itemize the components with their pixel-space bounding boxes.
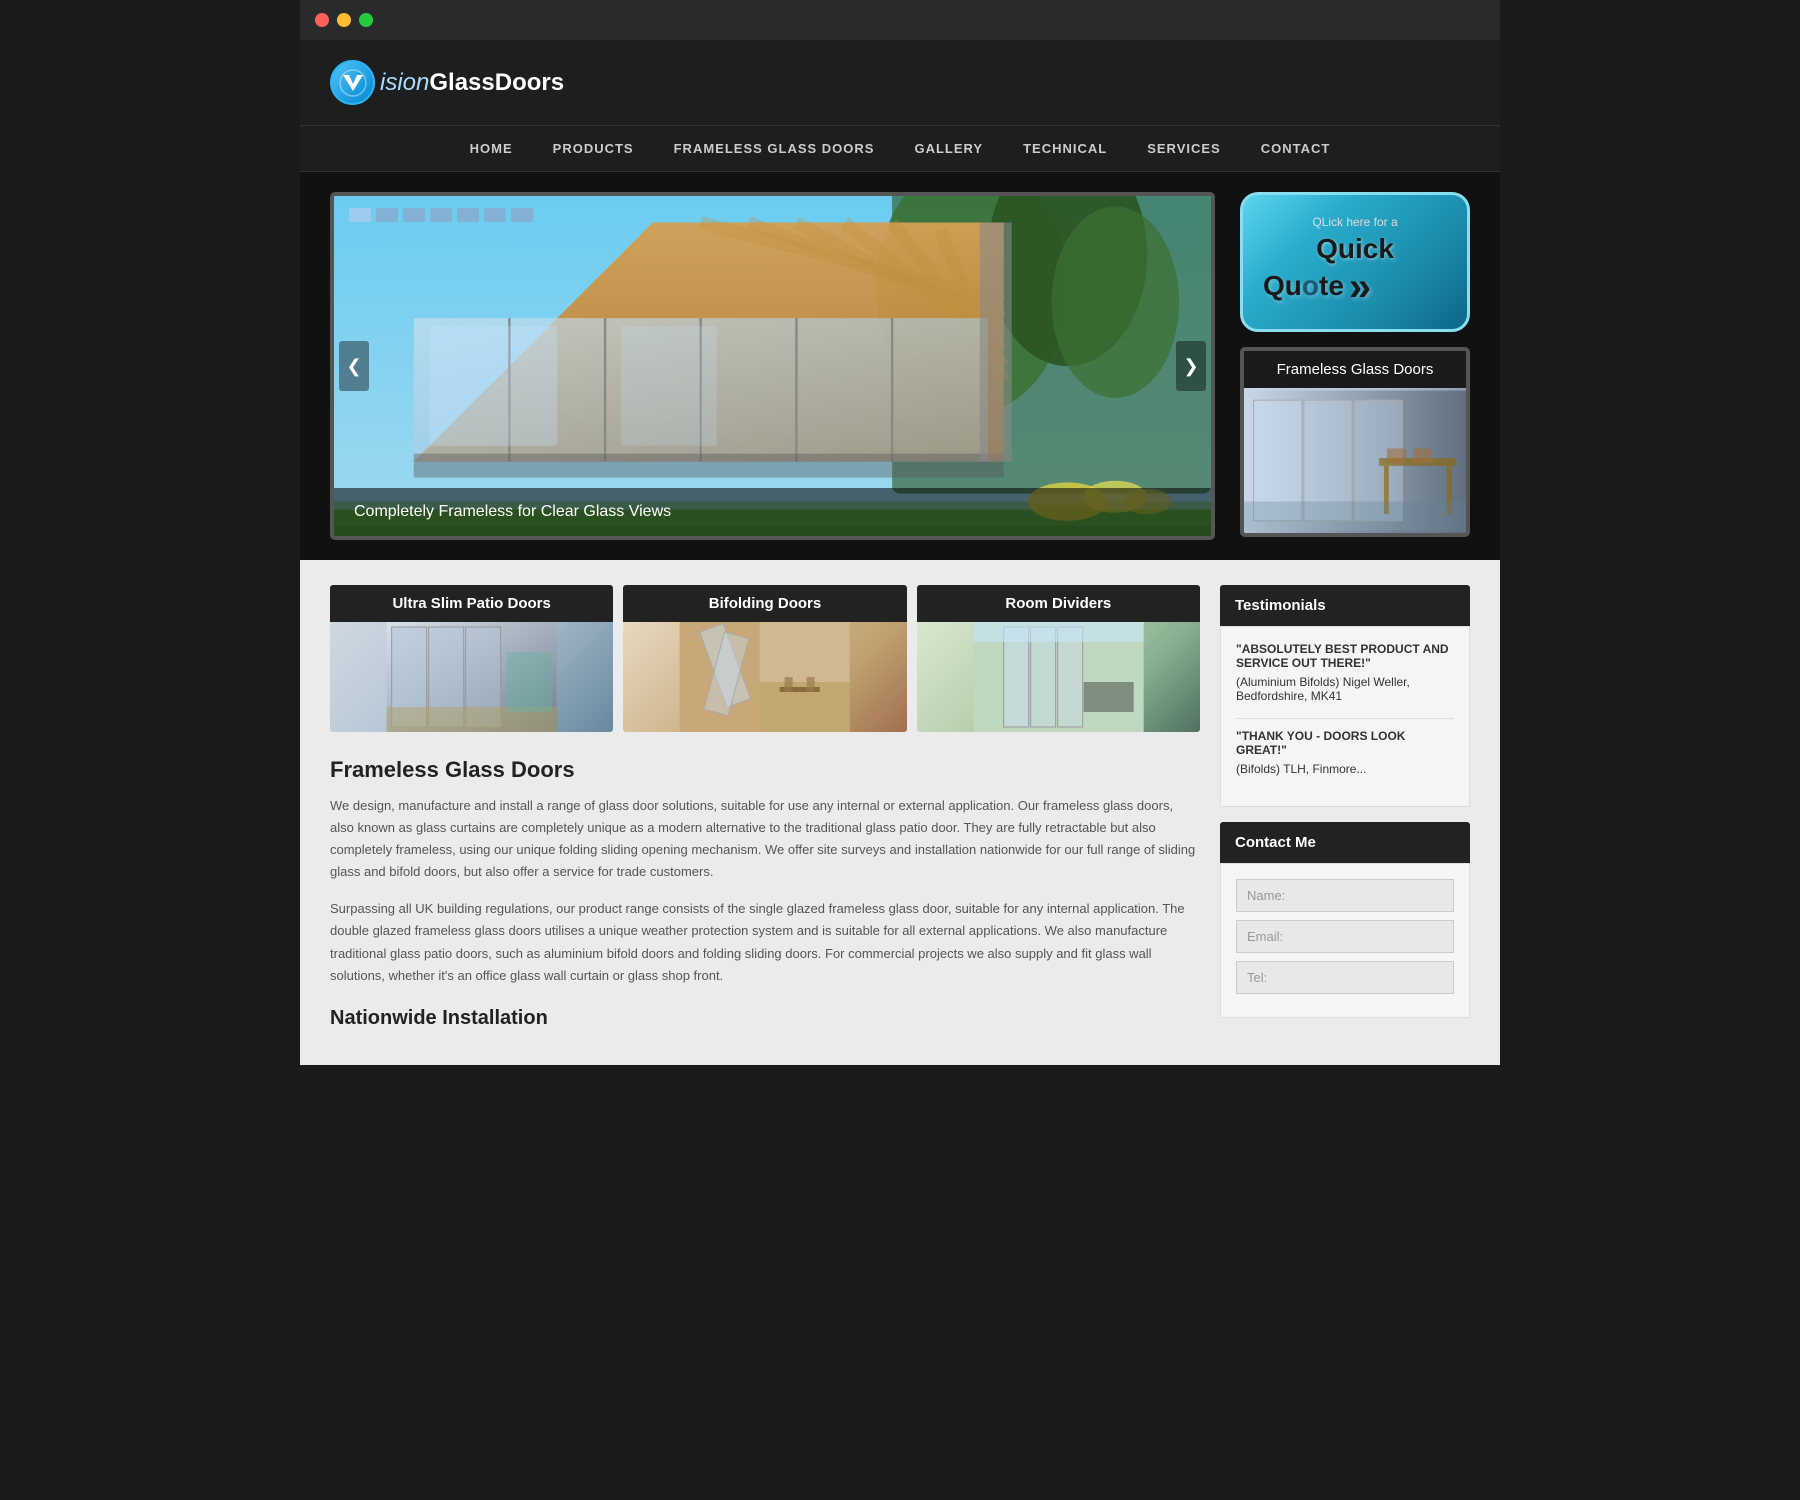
product-section: Ultra Slim Patio Doors — [300, 560, 1500, 1065]
frameless-panel-image — [1244, 388, 1466, 533]
testimonial-separator — [1236, 718, 1454, 719]
quick-quote-label-large: Quick Quote » — [1263, 234, 1447, 309]
frameless-glass-panel: Frameless Glass Doors — [1240, 347, 1470, 537]
hero-slider: ❮ ❯ Completely Frameless for Clear Glass… — [330, 192, 1215, 540]
nav-products[interactable]: PRODUCTS — [533, 126, 654, 171]
product-card-patio[interactable]: Ultra Slim Patio Doors — [330, 585, 613, 732]
close-button[interactable] — [315, 13, 329, 27]
product-card-bifold[interactable]: Bifolding Doors — [623, 585, 906, 732]
hero-sidebar: QLick here for a Quick Quote » Frameless… — [1240, 192, 1470, 540]
frameless-panel-title: Frameless Glass Doors — [1244, 351, 1466, 388]
slider-prev-button[interactable]: ❮ — [339, 341, 369, 391]
testimonial-1-quote: "ABSOLUTELY BEST PRODUCT AND SERVICE OUT… — [1236, 642, 1454, 670]
logo-text: isionGlassDoors — [380, 69, 564, 97]
contact-section-title: Contact Me — [1220, 822, 1470, 863]
bifold-img-svg — [623, 622, 906, 732]
building-svg — [334, 196, 1211, 536]
logo-v-icon — [339, 69, 367, 97]
testimonials-content: "ABSOLUTELY BEST PRODUCT AND SERVICE OUT… — [1220, 626, 1470, 807]
bifold-card-title: Bifolding Doors — [623, 585, 906, 622]
logo-icon — [330, 60, 375, 105]
logo[interactable]: isionGlassDoors — [330, 60, 564, 105]
contact-name-input[interactable] — [1236, 879, 1454, 912]
product-main: Ultra Slim Patio Doors — [330, 585, 1200, 1040]
slider-next-button[interactable]: ❯ — [1176, 341, 1206, 391]
testimonial-2: "THANK YOU - DOORS LOOK GREAT!" (Bifolds… — [1236, 729, 1454, 776]
product-sidebar: Testimonials "ABSOLUTELY BEST PRODUCT AN… — [1220, 585, 1470, 1040]
hero-section: ❮ ❯ Completely Frameless for Clear Glass… — [300, 172, 1500, 560]
room-img-svg — [917, 622, 1200, 732]
quick-quote-button[interactable]: QLick here for a Quick Quote » — [1240, 192, 1470, 332]
contact-form — [1220, 863, 1470, 1018]
nav-frameless[interactable]: FRAMELESS GLASS DOORS — [654, 126, 895, 171]
hero-image — [334, 196, 1211, 536]
section1-title: Frameless Glass Doors — [330, 757, 1200, 783]
slider-dot-5[interactable] — [457, 208, 479, 222]
quick-quote-label-small: QLick here for a — [1263, 215, 1447, 229]
testimonials-title: Testimonials — [1220, 585, 1470, 626]
room-card-title: Room Dividers — [917, 585, 1200, 622]
room-card-image — [917, 622, 1200, 732]
slider-caption: Completely Frameless for Clear Glass Vie… — [334, 488, 1211, 536]
slider-dot-3[interactable] — [403, 208, 425, 222]
navigation: HOME PRODUCTS FRAMELESS GLASS DOORS GALL… — [300, 125, 1500, 172]
frameless-door-svg — [1244, 388, 1466, 533]
content-section: Frameless Glass Doors We design, manufac… — [330, 757, 1200, 1030]
nav-technical[interactable]: TECHNICAL — [1003, 126, 1127, 171]
testimonial-1-author: (Aluminium Bifolds) Nigel Weller, Bedfor… — [1236, 675, 1454, 703]
slider-dot-7[interactable] — [511, 208, 533, 222]
slider-dot-6[interactable] — [484, 208, 506, 222]
testimonial-1: "ABSOLUTELY BEST PRODUCT AND SERVICE OUT… — [1236, 642, 1454, 703]
contact-tel-input[interactable] — [1236, 961, 1454, 994]
section1-para1: We design, manufacture and install a ran… — [330, 795, 1200, 883]
minimize-button[interactable] — [337, 13, 351, 27]
slider-dot-1[interactable] — [349, 208, 371, 222]
nav-services[interactable]: SERVICES — [1127, 126, 1241, 171]
slider-dot-4[interactable] — [430, 208, 452, 222]
patio-card-title: Ultra Slim Patio Doors — [330, 585, 613, 622]
maximize-button[interactable] — [359, 13, 373, 27]
header: isionGlassDoors — [300, 40, 1500, 125]
product-card-room[interactable]: Room Dividers — [917, 585, 1200, 732]
slider-dots — [349, 208, 533, 222]
bifold-card-image — [623, 622, 906, 732]
testimonial-2-author: (Bifolds) TLH, Finmore... — [1236, 762, 1454, 776]
contact-email-input[interactable] — [1236, 920, 1454, 953]
patio-img-svg — [330, 622, 613, 732]
testimonial-2-quote: "THANK YOU - DOORS LOOK GREAT!" — [1236, 729, 1454, 757]
product-cards: Ultra Slim Patio Doors — [330, 585, 1200, 732]
nav-home[interactable]: HOME — [450, 126, 533, 171]
titlebar — [300, 0, 1500, 40]
section1-para2: Surpassing all UK building regulations, … — [330, 898, 1200, 986]
slider-dot-2[interactable] — [376, 208, 398, 222]
patio-card-image — [330, 622, 613, 732]
nav-contact[interactable]: CONTACT — [1241, 126, 1351, 171]
section2-title: Nationwide Installation — [330, 1007, 1200, 1030]
nav-gallery[interactable]: GALLERY — [894, 126, 1003, 171]
